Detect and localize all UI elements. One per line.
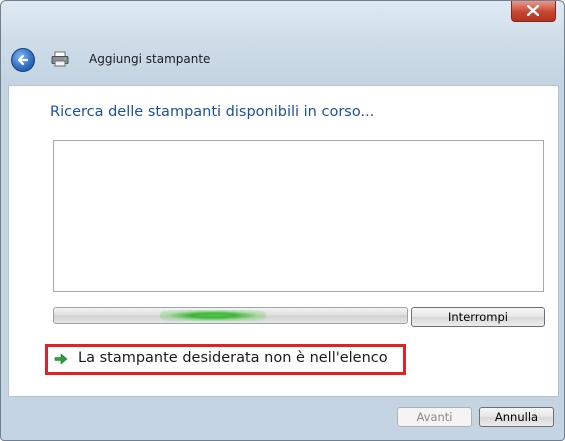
close-icon — [527, 5, 539, 16]
close-button[interactable] — [511, 1, 556, 22]
add-printer-dialog: Aggiungi stampante Ricerca delle stampan… — [0, 0, 565, 441]
printer-not-listed-link[interactable]: La stampante desiderata non è nell'elenc… — [45, 344, 406, 375]
printer-not-listed-label: La stampante desiderata non è nell'elenc… — [78, 350, 388, 366]
stop-button[interactable]: Interrompi — [411, 307, 545, 327]
cancel-button[interactable]: Annulla — [479, 407, 554, 427]
back-button[interactable] — [11, 48, 35, 72]
search-progress-bar — [53, 307, 408, 324]
window-title: Aggiungi stampante — [89, 52, 211, 66]
back-arrow-icon — [17, 54, 29, 66]
green-arrow-icon — [54, 353, 68, 365]
printer-icon — [51, 51, 69, 67]
next-button[interactable]: Avanti — [397, 407, 472, 427]
progress-indicator — [160, 310, 266, 321]
printer-list[interactable] — [53, 140, 544, 292]
content-panel: Ricerca delle stampanti disponibili in c… — [8, 85, 559, 397]
page-heading: Ricerca delle stampanti disponibili in c… — [50, 104, 375, 120]
